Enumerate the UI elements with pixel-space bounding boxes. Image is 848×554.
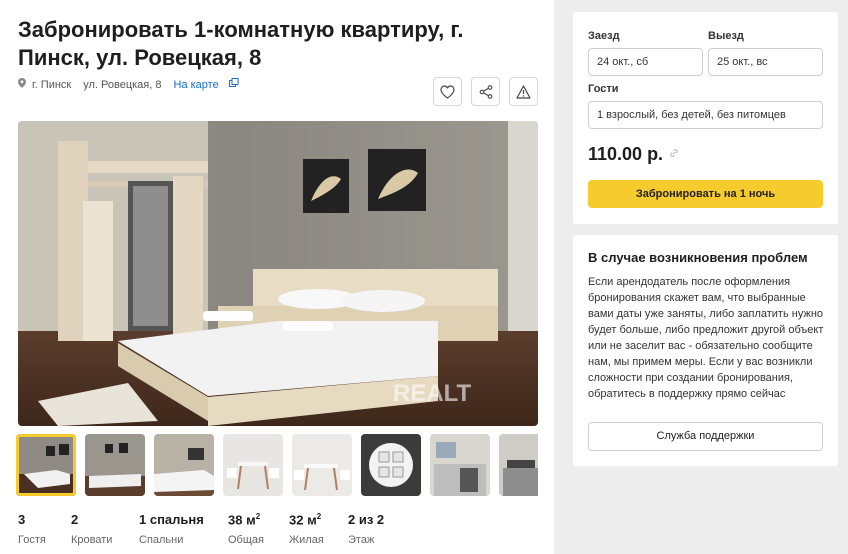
stat-bedrooms: 1 спальня Спальни xyxy=(139,512,228,546)
map-link[interactable]: На карте xyxy=(174,79,219,91)
thumbnail-3[interactable] xyxy=(154,434,214,496)
stat-guests: 3 Гостя xyxy=(18,512,71,546)
favorite-button[interactable] xyxy=(433,77,462,106)
stat-label: Этаж xyxy=(348,534,375,546)
stat-label: Спальни xyxy=(139,534,184,546)
page-title: Забронировать 1-комнатную квартиру, г. П… xyxy=(18,17,464,70)
thumbnail-4[interactable] xyxy=(223,434,283,496)
checkout-field[interactable]: 25 окт., вс xyxy=(708,48,823,76)
copy-icon[interactable] xyxy=(228,78,239,91)
stat-label: Общая xyxy=(228,534,264,546)
checkin-field[interactable]: 24 окт., сб xyxy=(588,48,703,76)
stat-total-area: 38 м2 Общая xyxy=(228,512,289,546)
stat-value: 3 xyxy=(18,512,26,527)
stat-label: Кровати xyxy=(71,534,113,546)
street-label: ул. Ровецкая, 8 xyxy=(83,78,162,91)
stat-floor: 2 из 2 Этаж xyxy=(348,512,408,546)
book-button[interactable]: Забронировать на 1 ночь xyxy=(588,180,823,208)
stat-value: 2 xyxy=(71,512,79,527)
share-button[interactable] xyxy=(471,77,500,106)
problems-title: В случае возникновения проблем xyxy=(588,250,808,265)
stat-label: Жилая xyxy=(289,534,324,546)
watermark-text: REALT xyxy=(393,380,472,407)
thumbnail-8[interactable] xyxy=(499,434,538,496)
heart-icon xyxy=(440,84,455,99)
stat-value: 32 м2 xyxy=(289,512,322,528)
thumbnail-1[interactable] xyxy=(16,434,76,496)
stat-value: 1 спальня xyxy=(139,512,204,527)
address-line: г. Пинск ул. Ровецкая, 8 На карте xyxy=(18,78,239,91)
link-icon[interactable] xyxy=(669,148,679,161)
share-icon xyxy=(479,84,492,99)
thumbnail-7[interactable] xyxy=(430,434,490,496)
warning-icon xyxy=(516,84,531,99)
price-value: 110.00 р. xyxy=(588,144,664,164)
guests-label: Гости xyxy=(588,83,619,95)
listing-main: Забронировать 1-комнатную квартиру, г. П… xyxy=(0,0,554,554)
listing-actions xyxy=(433,77,538,106)
stat-living-area: 32 м2 Жилая xyxy=(289,512,348,546)
stat-value: 2 из 2 xyxy=(348,512,385,527)
city-label: г. Пинск xyxy=(32,78,72,91)
stat-beds: 2 Кровати xyxy=(71,512,139,546)
main-photo[interactable]: REALT xyxy=(18,121,538,426)
stat-label: Гостя xyxy=(18,534,46,546)
booking-card: Заезд Выезд 24 окт., сб 25 окт., вс Гост… xyxy=(573,12,838,224)
problems-card: В случае возникновения проблем Если арен… xyxy=(573,235,838,466)
checkout-label: Выезд xyxy=(708,30,744,42)
support-button[interactable]: Служба поддержки xyxy=(588,422,823,451)
price: 110.00 р. xyxy=(588,144,679,165)
thumbnail-5[interactable] xyxy=(292,434,352,496)
checkin-label: Заезд xyxy=(588,30,620,42)
listing-stats: 3 Гостя 2 Кровати 1 спальня Спальни 38 м… xyxy=(18,512,408,546)
thumbnail-6[interactable] xyxy=(361,434,421,496)
guests-field[interactable]: 1 взрослый, без детей, без питомцев xyxy=(588,101,823,129)
problems-text: Если арендодатель после оформления брони… xyxy=(588,276,824,400)
pin-icon xyxy=(18,78,26,91)
thumbnail-strip xyxy=(16,434,538,496)
thumbnail-2[interactable] xyxy=(85,434,145,496)
stat-value: 38 м2 xyxy=(228,512,261,528)
report-button[interactable] xyxy=(509,77,538,106)
